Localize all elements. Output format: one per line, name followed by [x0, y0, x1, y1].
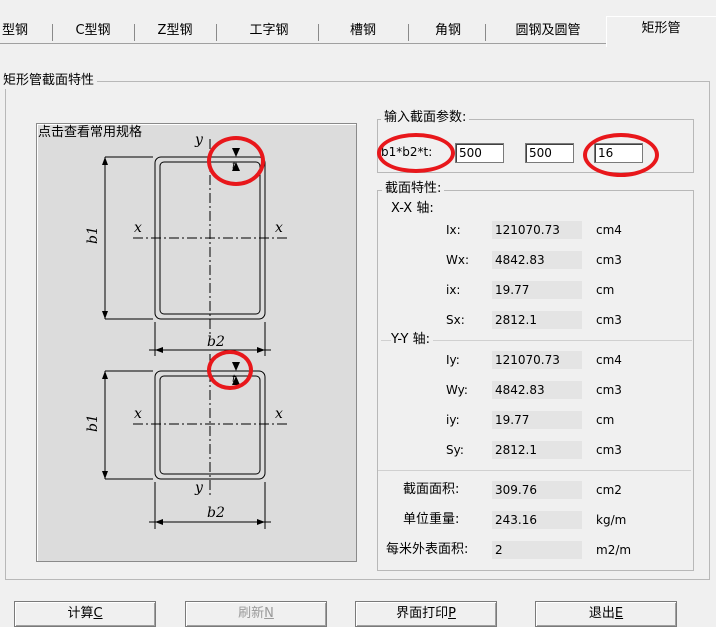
weight-value: 243.16 — [492, 511, 582, 529]
t-input[interactable] — [594, 143, 643, 163]
svg-text:b2: b2 — [207, 505, 225, 521]
tab-c-steel[interactable]: C型钢 — [61, 21, 125, 41]
svg-text:b1: b1 — [85, 414, 101, 432]
ix-radius-label: ix: — [446, 283, 461, 297]
tab-separator — [318, 24, 319, 41]
yy-axis-title: Y-Y 轴: — [391, 331, 434, 349]
section-diagram[interactable]: 点击查看常用规格 y x x b2 b2 y x x t t b1 b1 — [36, 123, 357, 562]
ix-radius-value: 19.77 — [492, 281, 582, 299]
tab-separator — [134, 24, 135, 41]
tab-round-pipe[interactable]: 圆钢及圆管 — [493, 21, 603, 41]
ix-moment-unit: cm4 — [596, 223, 622, 237]
tab-baseline — [0, 43, 606, 44]
sx-unit: cm3 — [596, 313, 622, 327]
tab-separator — [408, 24, 409, 41]
refresh-button-label: 刷新 — [238, 606, 265, 621]
svg-text:x: x — [134, 406, 142, 422]
section-props-title: 截面特性: — [382, 181, 445, 197]
iy-moment-label: Iy: — [446, 353, 460, 367]
refresh-button[interactable]: 刷新N — [185, 601, 327, 627]
refresh-button-hotkey: N — [264, 606, 274, 621]
area-label: 截面面积: — [403, 482, 460, 497]
wx-label: Wx: — [446, 253, 470, 267]
svg-text:y: y — [194, 132, 204, 148]
sx-label: Sx: — [446, 313, 465, 327]
wy-unit: cm3 — [596, 383, 622, 397]
weight-unit: kg/m — [596, 513, 627, 527]
surface-unit: m2/m — [596, 543, 632, 557]
svg-text:x: x — [275, 406, 283, 422]
tab-separator — [485, 24, 486, 41]
tab-angle[interactable]: 角钢 — [416, 21, 480, 41]
print-button-hotkey: P — [448, 606, 456, 621]
iy-radius-value: 19.77 — [492, 411, 582, 429]
xx-axis-title: X-X 轴: — [391, 201, 434, 216]
area-unit: cm2 — [596, 483, 622, 497]
wx-value: 4842.83 — [492, 251, 582, 269]
iy-radius-unit: cm — [596, 413, 615, 427]
print-button-label: 界面打印 — [396, 606, 449, 621]
sx-value: 2812.1 — [492, 311, 582, 329]
tab-separator — [216, 24, 217, 41]
surface-label: 每米外表面积: — [386, 542, 469, 557]
sy-label: Sy: — [446, 443, 464, 457]
svg-text:b2: b2 — [207, 334, 225, 350]
sy-value: 2812.1 — [492, 441, 582, 459]
iy-moment-unit: cm4 — [596, 353, 622, 367]
b1-input[interactable] — [455, 143, 504, 163]
svg-text:y: y — [194, 480, 204, 496]
exit-button-label: 退出 — [588, 606, 615, 621]
area-value: 309.76 — [492, 481, 582, 499]
print-button[interactable]: 界面打印P — [355, 601, 497, 627]
tab-i-beam[interactable]: 工字钢 — [226, 21, 312, 41]
weight-label: 单位重量: — [403, 512, 460, 527]
ix-radius-unit: cm — [596, 283, 615, 297]
tab-channel[interactable]: 槽钢 — [331, 21, 395, 41]
b1-b2-t-label: b1*b2*t: — [381, 145, 433, 159]
exit-button-hotkey: E — [614, 606, 624, 621]
b2-input[interactable] — [525, 143, 574, 163]
sy-unit: cm3 — [596, 443, 622, 457]
tab-strip: 型钢 C型钢 Z型钢 工字钢 槽钢 角钢 圆钢及圆管 矩形管 — [0, 0, 716, 47]
svg-text:b1: b1 — [85, 226, 101, 244]
tab-z-steel[interactable]: Z型钢 — [143, 21, 207, 41]
wx-unit: cm3 — [596, 253, 622, 267]
exit-button[interactable]: 退出E — [535, 601, 677, 627]
ix-moment-value: 121070.73 — [492, 221, 582, 239]
tab-section-steel[interactable]: 型钢 — [0, 21, 32, 41]
surface-value: 2 — [492, 541, 582, 559]
iy-radius-label: iy: — [446, 413, 460, 427]
iy-moment-value: 121070.73 — [492, 351, 582, 369]
wy-value: 4842.83 — [492, 381, 582, 399]
wy-label: Wy: — [446, 383, 468, 397]
input-params-title: 输入截面参数: — [381, 110, 470, 126]
calculate-button[interactable]: 计算C — [14, 601, 156, 627]
svg-text:x: x — [134, 220, 142, 236]
tab-rect-tube[interactable]: 矩形管 — [614, 19, 708, 39]
calculate-button-label: 计算 — [67, 606, 94, 621]
section-properties-title: 矩形管截面特性 — [0, 73, 98, 89]
ix-moment-label: Ix: — [446, 223, 461, 237]
rect-tube-drawing: y x x b2 b2 y x x t t b1 b1 — [85, 132, 287, 529]
svg-text:x: x — [275, 220, 283, 236]
calculate-button-hotkey: C — [93, 606, 103, 621]
totals-divider — [378, 470, 691, 471]
tab-separator — [52, 24, 53, 41]
